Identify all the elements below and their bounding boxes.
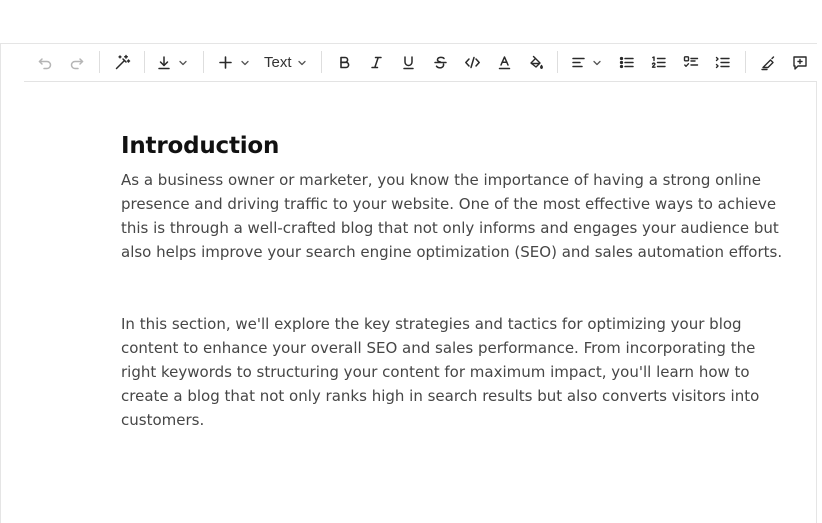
- align-left-icon: [572, 57, 585, 68]
- bullet-list-icon[interactable]: [617, 44, 637, 81]
- block-type-label: Text: [264, 54, 292, 71]
- numbered-list-icon[interactable]: [713, 44, 733, 81]
- ordered-list-icon[interactable]: [649, 44, 669, 81]
- document-body[interactable]: Introduction As a business owner or mark…: [121, 128, 786, 432]
- insert-menu[interactable]: [218, 44, 252, 81]
- underline-icon[interactable]: [398, 44, 418, 81]
- task-list-icon[interactable]: [681, 44, 701, 81]
- add-comment-icon[interactable]: [790, 44, 810, 81]
- download-icon: [158, 55, 170, 69]
- toolbar-divider: [321, 51, 322, 73]
- toolbar-divider: [99, 51, 100, 73]
- toolbar-divider: [203, 51, 204, 73]
- magic-wand-icon[interactable]: [111, 44, 133, 81]
- redo-icon[interactable]: [67, 44, 87, 81]
- code-icon[interactable]: [461, 44, 483, 81]
- bold-icon[interactable]: [334, 44, 354, 81]
- italic-icon[interactable]: [366, 44, 386, 81]
- editor-toolbar: Text: [24, 44, 817, 82]
- chevron-down-icon: [179, 60, 187, 65]
- strikethrough-icon[interactable]: [430, 44, 450, 81]
- export-menu[interactable]: [156, 44, 194, 81]
- chevron-down-icon: [297, 60, 306, 65]
- undo-icon[interactable]: [35, 44, 55, 81]
- highlight-icon[interactable]: [526, 44, 546, 81]
- align-menu[interactable]: [571, 44, 607, 81]
- toolbar-divider: [144, 51, 145, 73]
- toolbar-divider: [557, 51, 558, 73]
- paragraph[interactable]: As a business owner or marketer, you kno…: [121, 168, 786, 264]
- toolbar-divider: [745, 51, 746, 73]
- chevron-down-icon: [241, 60, 249, 65]
- block-type-select[interactable]: Text: [264, 44, 312, 81]
- clear-format-icon[interactable]: [758, 44, 778, 81]
- text-color-icon[interactable]: [494, 44, 514, 81]
- plus-icon: [219, 56, 232, 69]
- paragraph[interactable]: In this section, we'll explore the key s…: [121, 312, 786, 432]
- document-heading[interactable]: Introduction: [121, 128, 786, 168]
- chevron-down-icon: [593, 60, 601, 65]
